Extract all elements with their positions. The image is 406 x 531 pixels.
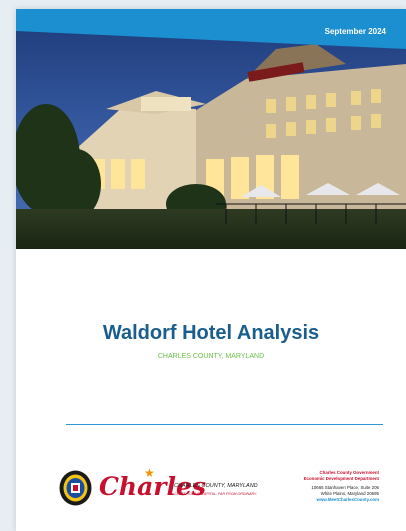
- county-seal-icon: [59, 470, 92, 506]
- website-link[interactable]: www.MeetCharlesCounty.com: [304, 497, 379, 503]
- report-date: September 2024: [324, 27, 386, 36]
- contact-block: Charles County Government Economic Devel…: [304, 470, 379, 503]
- report-cover-page: September 2024 Waldorf Hotel Analysis CH…: [16, 9, 406, 531]
- divider-line: [66, 424, 383, 425]
- report-subtitle: CHARLES COUNTY, MARYLAND: [157, 353, 265, 360]
- brand-tagline: CHARLES COUNTY, MARYLAND: [174, 483, 258, 489]
- org-department: Economic Development Department: [303, 476, 379, 481]
- report-title: Waldorf Hotel Analysis: [102, 322, 320, 344]
- brand-slogan: CLOSE TO THE CAPITAL. FAR FROM ORDINARY.: [174, 492, 258, 496]
